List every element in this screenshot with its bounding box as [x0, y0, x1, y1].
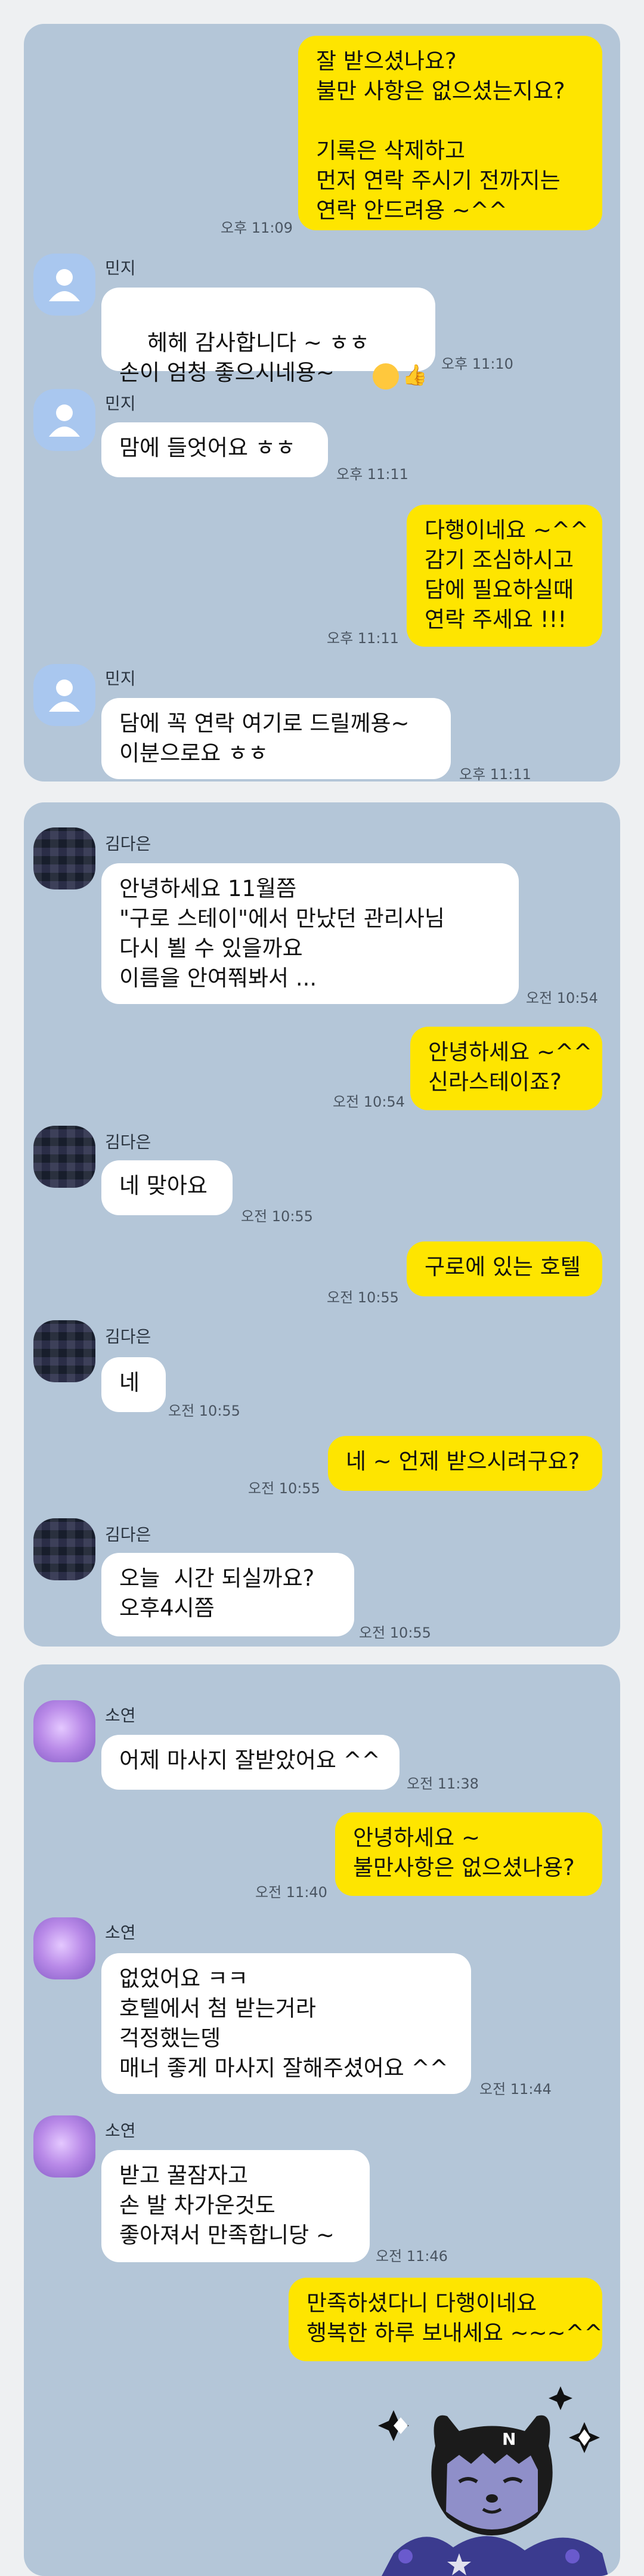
- sender-name: 소연: [105, 2121, 136, 2141]
- message-time: 오전 11:44: [479, 2081, 552, 2098]
- message-bubble-sent[interactable]: 만족하셨다니 다행이네요 행복한 하루 보내세요 ~~~^^: [289, 2278, 603, 2361]
- message-time: 오전 11:40: [255, 1884, 327, 1901]
- message-time: 오전 10:55: [168, 1403, 240, 1419]
- chat-panel-1: 잘 받으셨나요? 불만 사항은 없으셨는지요? 기록은 삭제하고 먼저 연락 주…: [24, 24, 620, 782]
- message-bubble-received[interactable]: 네: [101, 1357, 166, 1412]
- avatar[interactable]: [33, 1700, 95, 1762]
- message-bubble-received[interactable]: 담에 꼭 연락 여기로 드릴께용~ 이분으로요 ㅎㅎ: [101, 698, 451, 779]
- user-icon: [49, 269, 80, 301]
- message-time: 오후 11:11: [327, 630, 399, 647]
- message-time: 오후 11:10: [441, 356, 513, 372]
- message-time: 오전 10:55: [359, 1624, 431, 1641]
- avatar[interactable]: [33, 389, 95, 451]
- message-bubble-received[interactable]: 어제 마사지 잘받았어요 ^^: [101, 1735, 400, 1790]
- avatar[interactable]: [33, 1518, 95, 1580]
- message-time: 오전 10:55: [241, 1208, 313, 1225]
- cat-character-sticker: N: [370, 2374, 608, 2576]
- avatar[interactable]: [33, 1917, 95, 1979]
- message-bubble-sent[interactable]: 구로에 있는 호텔: [407, 1241, 602, 1296]
- message-bubble-sent[interactable]: 다행이네요 ~^^ 감기 조심하시고 담에 필요하실때 연락 주세요 !!!: [407, 505, 602, 647]
- sender-name: 김다은: [105, 1525, 151, 1545]
- emoji-icon: 👍: [334, 331, 428, 420]
- message-time: 오전 10:55: [327, 1289, 399, 1306]
- message-time: 오전 10:55: [248, 1480, 320, 1497]
- message-time: 오후 11:11: [336, 466, 408, 483]
- sender-name: 민지: [105, 669, 136, 688]
- chat-panel-3: 소연 어제 마사지 잘받았어요 ^^ 오전 11:38 안녕하세요 ~ 불만사항…: [24, 1664, 620, 2576]
- avatar[interactable]: [33, 664, 95, 726]
- sender-name: 김다은: [105, 1327, 151, 1346]
- message-bubble-received[interactable]: 오늘 시간 되실까요? 오후4시쯤: [101, 1553, 354, 1636]
- message-time: 오전 10:54: [333, 1094, 405, 1110]
- message-bubble-sent[interactable]: 잘 받으셨나요? 불만 사항은 없으셨는지요? 기록은 삭제하고 먼저 연락 주…: [298, 36, 602, 230]
- user-icon: [49, 679, 80, 712]
- sender-name: 김다은: [105, 1132, 151, 1152]
- message-text: 헤헤 감사합니다 ~ ㅎㅎ 손이 엄청 좋으시네용~: [119, 330, 370, 385]
- sender-name: 김다은: [105, 834, 151, 854]
- avatar[interactable]: [33, 2115, 95, 2177]
- message-bubble-received[interactable]: 네 맞아요: [101, 1160, 233, 1215]
- message-bubble-received[interactable]: 없었어요 ㅋㅋ 호텔에서 첨 받는거라 걱정했는뎅 매너 좋게 마사지 잘해주셨…: [101, 1953, 471, 2094]
- sender-name: 소연: [105, 1923, 136, 1942]
- avatar[interactable]: [33, 254, 95, 316]
- avatar[interactable]: [33, 827, 95, 889]
- message-bubble-received[interactable]: 받고 꿀잠자고 손 발 차가운것도 좋아져서 만족합니당 ~: [101, 2150, 370, 2262]
- sender-name: 민지: [105, 394, 136, 413]
- chat-panel-2: 김다은 안녕하세요 11월쯤 "구로 스테이"에서 만났던 관리사님 다시 뵐 …: [24, 802, 620, 1647]
- sender-name: 소연: [105, 1706, 136, 1725]
- message-bubble-received[interactable]: 헤헤 감사합니다 ~ ㅎㅎ 손이 엄청 좋으시네용~ 👍: [101, 288, 435, 390]
- message-bubble-sent[interactable]: 안녕하세요 ~^^ 신라스테이죠?: [410, 1027, 602, 1110]
- message-time: 오후 11:11: [459, 766, 531, 782]
- message-time: 오전 11:38: [407, 1775, 479, 1792]
- avatar[interactable]: [33, 1126, 95, 1188]
- message-bubble-received[interactable]: 안녕하세요 11월쯤 "구로 스테이"에서 만났던 관리사님 다시 뵐 수 있을…: [101, 863, 519, 1004]
- message-time: 오전 11:46: [376, 2248, 448, 2265]
- svg-text:N: N: [502, 2429, 516, 2449]
- sender-name: 민지: [105, 258, 136, 278]
- user-icon: [49, 404, 80, 437]
- avatar[interactable]: [33, 1320, 95, 1382]
- message-time: 오후 11:09: [221, 220, 293, 236]
- message-bubble-received[interactable]: 맘에 들엇어요 ㅎㅎ: [101, 422, 328, 477]
- message-time: 오전 10:54: [526, 990, 598, 1006]
- message-bubble-sent[interactable]: 안녕하세요 ~ 불만사항은 없으셨나용?: [335, 1812, 602, 1896]
- message-bubble-sent[interactable]: 네 ~ 언제 받으시려구요?: [328, 1436, 602, 1491]
